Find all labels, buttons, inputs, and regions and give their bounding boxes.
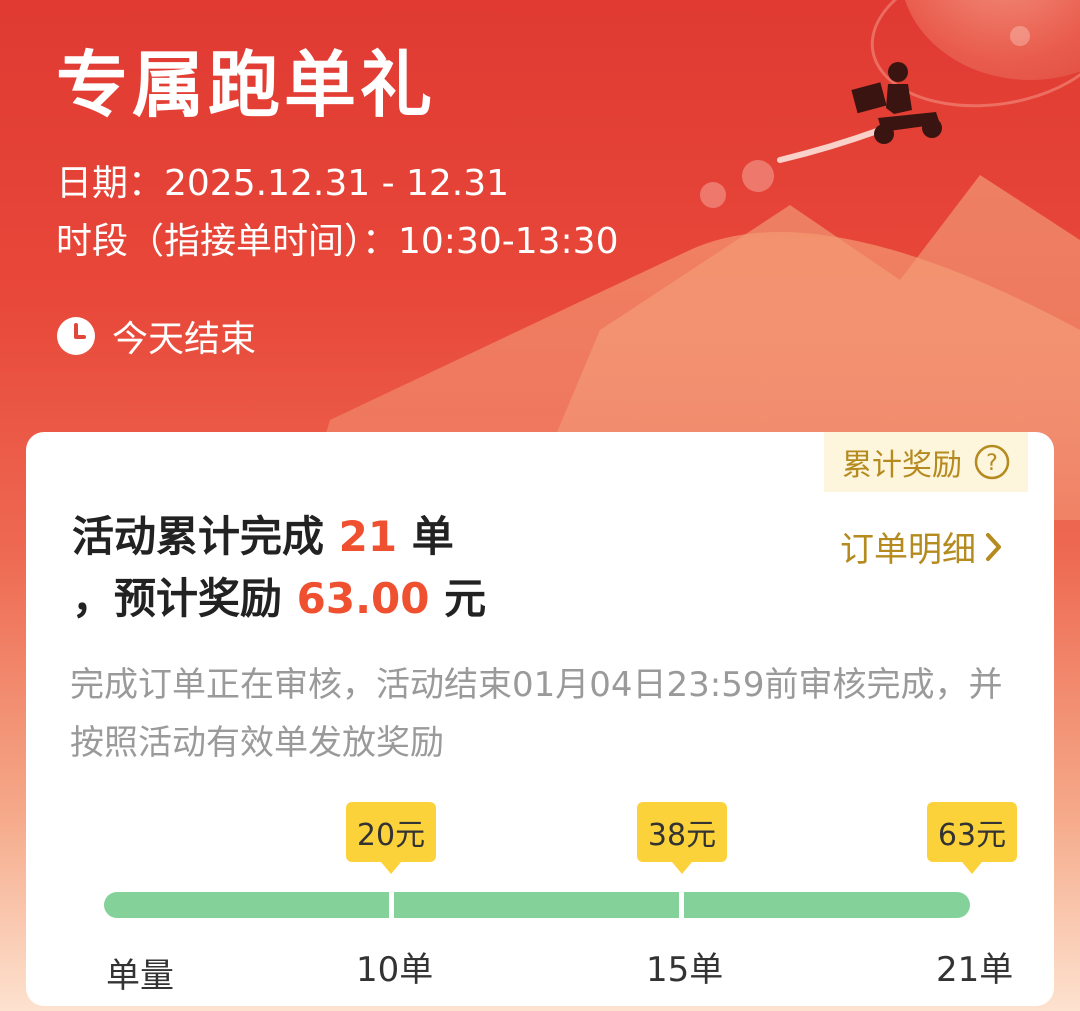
estimated-reward-amount: 63.00 <box>296 574 430 623</box>
bubble-decoration <box>700 182 726 208</box>
question-circle-icon[interactable]: ? <box>974 444 1010 480</box>
ends-status: 今天结束 <box>56 310 256 362</box>
activity-card: 累计奖励 ? 订单明细 活动累计完成 21 单 ，预计奖励 63.00 元 完成… <box>26 432 1054 1006</box>
cumulative-reward-tag[interactable]: 累计奖励 ? <box>824 432 1028 492</box>
axis-title: 单量 <box>106 956 174 996</box>
clock-icon <box>57 317 95 355</box>
progress-tiers: 20元 38元 63元 单量 10单 15单 21单 <box>26 792 1054 1002</box>
tier-reward-tag: 38元 <box>637 802 727 874</box>
order-detail-label: 订单明细 <box>840 530 976 570</box>
amount-unit: 元 <box>429 574 487 623</box>
tier-threshold: 15单 <box>646 950 724 990</box>
tier-reward-tag: 63元 <box>927 802 1017 874</box>
tier-threshold: 10单 <box>356 950 434 990</box>
svg-text:?: ? <box>986 451 998 476</box>
tier-divider <box>679 892 684 918</box>
order-detail-link[interactable]: 订单明细 <box>840 522 1004 571</box>
bubble-decoration <box>1010 26 1030 46</box>
completion-summary: 活动累计完成 21 单 ，预计奖励 63.00 元 <box>72 506 632 630</box>
orders-unit: 单 <box>397 512 454 561</box>
period-line: 时段（指接单时间）：10:30-13:30 <box>56 221 619 262</box>
tier-threshold: 21单 <box>936 950 1014 990</box>
date-line: 日期：2025.12.31 - 12.31 <box>56 163 510 204</box>
summary-prefix: 活动累计完成 <box>72 512 339 561</box>
cumulative-reward-label: 累计奖励 <box>842 448 962 483</box>
ends-label: 今天结束 <box>112 319 257 360</box>
bubble-decoration <box>742 160 774 192</box>
page-title: 专属跑单礼 <box>56 43 437 127</box>
tier-divider <box>389 892 394 918</box>
delivery-rider-icon <box>851 62 942 144</box>
progress-track <box>104 892 970 918</box>
completed-orders-count: 21 <box>338 512 398 561</box>
chevron-right-icon <box>986 532 1001 561</box>
reward-prefix: ，预计奖励 <box>72 574 297 623</box>
review-note: 完成订单正在审核，活动结束01月04日23:59前审核完成，并按照活动有效单发放… <box>70 665 1003 763</box>
tier-reward-tag: 20元 <box>346 802 436 874</box>
